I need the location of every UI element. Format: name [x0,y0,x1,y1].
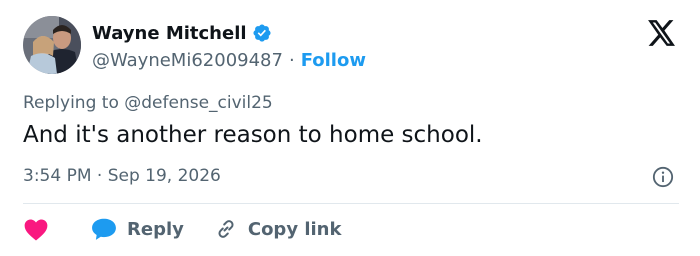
replying-to-prefix: Replying to [23,93,125,113]
link-icon [218,220,234,238]
separator-dot: · [288,49,295,71]
speech-bubble-icon [92,218,116,240]
info-icon[interactable] [652,166,674,188]
avatar[interactable] [23,16,81,74]
avatar-image [23,16,81,74]
author-display-name[interactable]: Wayne Mitchell [92,23,247,44]
verified-badge-icon [252,23,272,43]
tweet-timestamp[interactable]: 3:54 PM · Sep 19, 2026 [23,166,221,186]
tweet-card: Wayne Mitchell @WayneMi62009487 · Follow… [0,0,700,256]
reply-button[interactable]: Reply [91,217,184,241]
tweet-text: And it's another reason to home school. [23,122,483,148]
follow-button[interactable]: Follow [301,50,366,71]
copy-link-button[interactable]: Copy link [214,217,342,241]
author-name-row: Wayne Mitchell [92,20,272,46]
divider [23,203,679,204]
copy-link-label: Copy link [247,218,342,240]
x-logo-icon[interactable] [648,20,676,46]
reply-label: Reply [127,218,184,240]
author-handle[interactable]: @WayneMi62009487 [92,50,283,71]
like-button[interactable] [23,217,49,241]
replying-to-line: Replying to @defense_civil25 [23,93,273,113]
replying-to-handle[interactable]: @defense_civil25 [124,93,273,113]
author-handle-row: @WayneMi62009487 · Follow [92,47,366,73]
action-bar: Reply Copy link [23,214,341,244]
heart-icon [24,219,48,241]
